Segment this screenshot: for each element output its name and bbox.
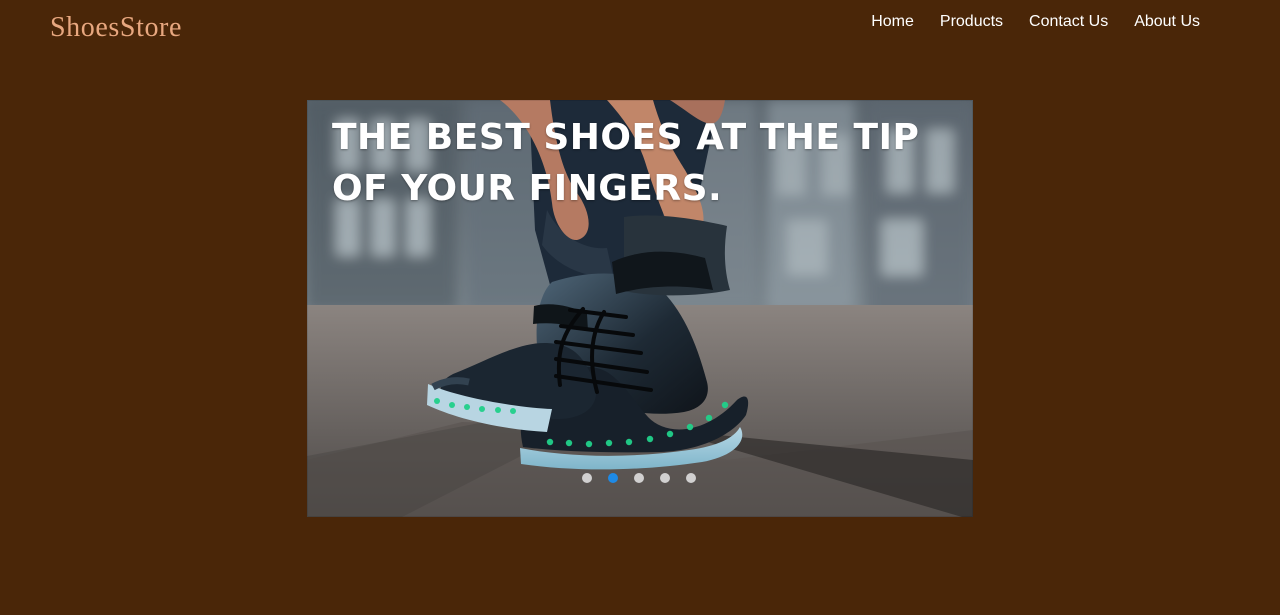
carousel-dot-3[interactable] <box>634 473 644 483</box>
brand-logo[interactable]: ShoesStore <box>50 12 182 44</box>
carousel-indicators <box>582 473 696 483</box>
nav-home-link[interactable]: Home <box>858 11 927 33</box>
carousel-dot-2[interactable] <box>608 473 618 483</box>
nav-about-us-link[interactable]: About Us <box>1121 11 1200 33</box>
main-navigation: Home Products Contact Us About Us <box>858 11 1200 33</box>
nav-products-link[interactable]: Products <box>927 11 1016 33</box>
hero-carousel: THE BEST SHOES AT THE TIP OF YOUR FINGER… <box>307 100 973 517</box>
carousel-dot-1[interactable] <box>582 473 592 483</box>
nav-contact-us-link[interactable]: Contact Us <box>1016 11 1121 33</box>
hero-headline: THE BEST SHOES AT THE TIP OF YOUR FINGER… <box>332 117 920 209</box>
carousel-dot-5[interactable] <box>686 473 696 483</box>
carousel-dot-4[interactable] <box>660 473 670 483</box>
